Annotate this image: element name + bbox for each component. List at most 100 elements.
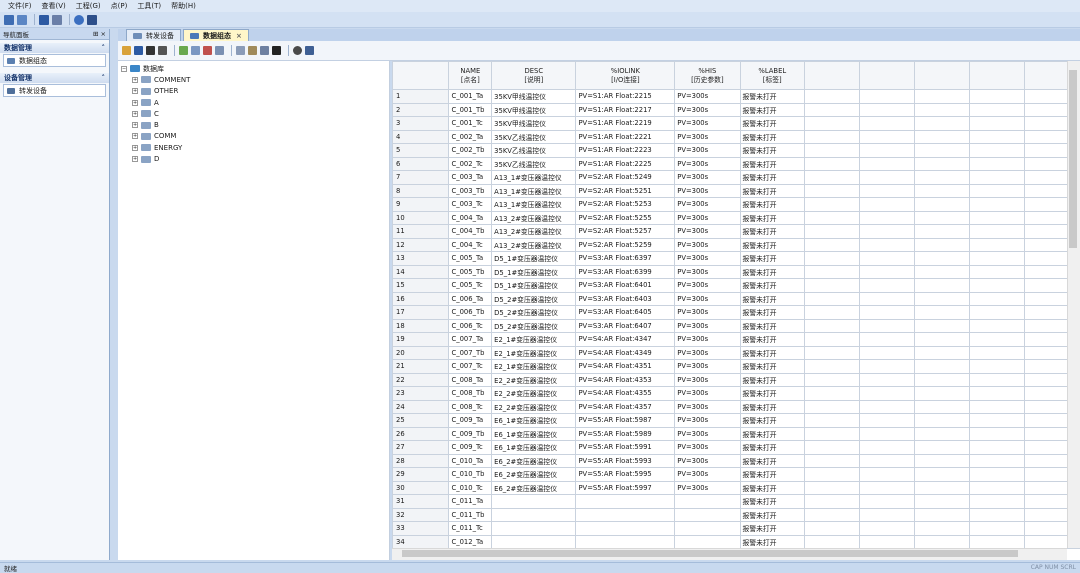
table-row[interactable]: 9 C_003_Tc A13_1#变压器温控仪 PV=S2:AR Float:5253… [392, 197, 1080, 212]
table-cell[interactable] [674, 494, 741, 509]
row-number[interactable]: 1 [392, 89, 450, 104]
column-header[interactable]: DESC [说明] [491, 61, 577, 90]
table-cell[interactable]: PV=300s [674, 278, 741, 293]
row-number[interactable]: 25 [392, 413, 450, 428]
table-cell[interactable]: 报警未打开 [739, 264, 805, 279]
empty-cell[interactable] [913, 507, 970, 522]
pin-close-icon[interactable]: ⊞ × [93, 30, 106, 38]
empty-cell[interactable] [803, 129, 860, 144]
empty-cell[interactable] [913, 278, 970, 293]
empty-cell[interactable] [803, 345, 860, 360]
expand-toggle[interactable]: + [132, 156, 138, 163]
empty-cell[interactable] [913, 305, 970, 320]
table-row[interactable]: 15 C_005_Tc D5_1#变压器温控仪 PV=S3:AR Float:6401… [392, 278, 1080, 293]
row-number[interactable]: 2 [392, 102, 450, 117]
tree-node[interactable]: + B [118, 119, 389, 130]
table-cell[interactable] [575, 534, 676, 549]
empty-cell[interactable] [858, 197, 915, 212]
empty-cell[interactable] [968, 264, 1025, 279]
menu-file[interactable]: 文件(F) [8, 1, 32, 11]
empty-cell[interactable] [913, 264, 970, 279]
row-number[interactable]: 6 [392, 156, 450, 171]
table-cell[interactable]: PV=300s [674, 467, 741, 482]
table-cell[interactable]: PV=S3:AR Float:6397 [575, 251, 676, 266]
column-header[interactable]: %LABEL [标签] [739, 61, 805, 90]
table-cell[interactable]: 35KV乙线温控仪 [491, 129, 577, 144]
menu-help[interactable]: 帮助(H) [171, 1, 196, 11]
table-cell[interactable]: PV=300s [674, 345, 741, 360]
empty-cell[interactable] [968, 453, 1025, 468]
table-cell[interactable]: PV=300s [674, 170, 741, 185]
empty-cell[interactable] [858, 156, 915, 171]
table-cell[interactable] [491, 534, 577, 549]
empty-cell[interactable] [968, 251, 1025, 266]
expand-toggle[interactable]: + [132, 76, 138, 83]
table-cell[interactable]: 报警未打开 [739, 345, 805, 360]
empty-cell[interactable] [968, 372, 1025, 387]
table-cell[interactable]: C_009_Tc [448, 440, 493, 455]
table-cell[interactable]: PV=300s [674, 332, 741, 347]
table-cell[interactable]: 报警未打开 [739, 143, 805, 158]
table-row[interactable]: 3 C_001_Tc 35KV甲线温控仪 PV=S1:AR Float:2219 PV=… [392, 116, 1080, 131]
table-cell[interactable]: C_010_Tc [448, 480, 493, 495]
empty-cell[interactable] [968, 318, 1025, 333]
table-cell[interactable]: C_001_Ta [448, 89, 493, 104]
table-cell[interactable]: 35KV甲线温控仪 [491, 89, 577, 104]
table-cell[interactable]: 报警未打开 [739, 237, 805, 252]
collapse-toggle[interactable]: − [121, 65, 127, 72]
empty-cell[interactable] [858, 507, 915, 522]
empty-cell[interactable] [803, 278, 860, 293]
table-cell[interactable]: PV=S4:AR Float:4353 [575, 372, 676, 387]
empty-cell[interactable] [858, 494, 915, 509]
empty-cell[interactable] [913, 332, 970, 347]
table-cell[interactable]: 报警未打开 [739, 399, 805, 414]
expand-toggle[interactable]: + [132, 122, 138, 129]
row-number[interactable]: 27 [392, 440, 450, 455]
table-cell[interactable] [674, 507, 741, 522]
empty-cell[interactable] [913, 224, 970, 239]
table-cell[interactable]: C_002_Tc [448, 156, 493, 171]
empty-cell[interactable] [913, 210, 970, 225]
table-cell[interactable]: PV=S4:AR Float:4357 [575, 399, 676, 414]
empty-cell[interactable] [858, 291, 915, 306]
table-cell[interactable]: E6_2#变压器温控仪 [491, 480, 577, 495]
export-icon[interactable] [158, 46, 167, 55]
help-icon[interactable] [74, 14, 84, 25]
empty-cell[interactable] [858, 224, 915, 239]
empty-cell[interactable] [968, 480, 1025, 495]
table-cell[interactable]: C_006_Ta [448, 291, 493, 306]
empty-cell[interactable] [968, 143, 1025, 158]
table-cell[interactable]: PV=300s [674, 426, 741, 441]
table-row[interactable]: 14 C_005_Tb D5_1#变压器温控仪 PV=S3:AR Float:6399… [392, 264, 1080, 279]
empty-cell[interactable] [968, 494, 1025, 509]
row-number[interactable]: 30 [392, 480, 450, 495]
menu-point[interactable]: 点(P) [111, 1, 128, 11]
row-number[interactable]: 4 [392, 129, 450, 144]
table-row[interactable]: 13 C_005_Ta D5_1#变压器温控仪 PV=S3:AR Float:6397… [392, 251, 1080, 266]
folder-open-icon[interactable] [122, 46, 131, 55]
table-row[interactable]: 7 C_003_Ta A13_1#变压器温控仪 PV=S2:AR Float:5249… [392, 170, 1080, 185]
table-cell[interactable]: PV=S4:AR Float:4351 [575, 359, 676, 374]
empty-cell[interactable] [858, 386, 915, 401]
empty-cell[interactable] [803, 237, 860, 252]
table-cell[interactable]: PV=300s [674, 102, 741, 117]
empty-cell[interactable] [913, 183, 970, 198]
table-cell[interactable]: PV=S1:AR Float:2225 [575, 156, 676, 171]
empty-cell[interactable] [913, 521, 970, 536]
expand-toggle[interactable]: + [132, 133, 138, 140]
table-cell[interactable]: 报警未打开 [739, 224, 805, 239]
collapse-icon[interactable]: ˄ [102, 44, 106, 52]
table-cell[interactable]: 报警未打开 [739, 318, 805, 333]
table-cell[interactable]: PV=S4:AR Float:4347 [575, 332, 676, 347]
table-cell[interactable]: PV=300s [674, 305, 741, 320]
table-cell[interactable]: C_003_Tb [448, 183, 493, 198]
empty-cell[interactable] [913, 143, 970, 158]
table-cell[interactable]: PV=S5:AR Float:5997 [575, 480, 676, 495]
row-number[interactable]: 28 [392, 453, 450, 468]
table-cell[interactable]: C_006_Tc [448, 318, 493, 333]
empty-cell[interactable] [913, 237, 970, 252]
empty-cell[interactable] [803, 291, 860, 306]
table-cell[interactable]: 35KV乙线温控仪 [491, 143, 577, 158]
empty-cell[interactable] [858, 278, 915, 293]
empty-cell[interactable] [803, 305, 860, 320]
